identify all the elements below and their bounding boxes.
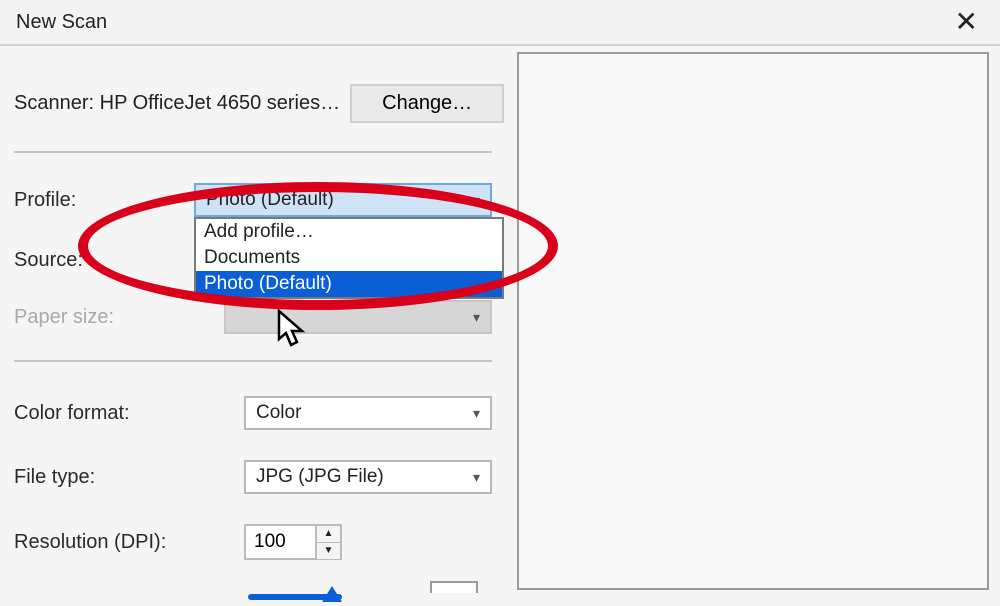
color-format-row: Color format: Color ▾ [14,396,492,430]
dialog-body: Scanner: HP OfficeJet 4650 series… Chang… [0,46,1000,593]
slider-thumb-icon[interactable] [322,586,342,602]
file-type-combobox[interactable]: JPG (JPG File) ▾ [244,460,492,494]
profile-row: Profile: Photo (Default) ▾ Add profile… … [14,183,492,217]
spinner-up-icon[interactable]: ▲ [317,526,340,543]
chevron-down-icon: ▾ [473,309,480,326]
close-icon[interactable]: ✕ [945,4,988,40]
scanner-label: Scanner: HP OfficeJet 4650 series… [14,92,340,115]
color-format-label: Color format: [14,402,194,425]
resolution-input[interactable] [244,524,316,560]
paper-size-row: Paper size: ▾ [14,300,492,334]
resolution-spinner[interactable]: ▲ ▼ [244,524,342,560]
profile-option-photo-default[interactable]: Photo (Default) [196,271,502,297]
profile-label: Profile: [14,189,194,212]
partial-field [430,581,478,593]
profile-option-add[interactable]: Add profile… [196,219,502,245]
window-title: New Scan [16,11,107,34]
chevron-down-icon: ▾ [473,192,480,209]
chevron-down-icon: ▾ [473,469,480,486]
profile-combobox[interactable]: Photo (Default) ▾ [194,183,492,217]
paper-size-label: Paper size: [14,306,194,329]
resolution-row: Resolution (DPI): ▲ ▼ [14,524,492,560]
color-format-combobox[interactable]: Color ▾ [244,396,492,430]
scanner-label-prefix: Scanner: [14,92,94,114]
profile-selected-value: Photo (Default) [206,189,334,211]
titlebar: New Scan ✕ [0,0,1000,46]
scanner-device-name: HP OfficeJet 4650 series… [100,92,341,114]
separator [14,360,492,362]
file-type-value: JPG (JPG File) [256,466,384,488]
chevron-down-icon: ▾ [473,405,480,422]
profile-option-documents[interactable]: Documents [196,245,502,271]
spinner-down-icon[interactable]: ▼ [317,543,340,559]
preview-pane [517,52,989,590]
settings-pane: Scanner: HP OfficeJet 4650 series… Chang… [0,46,506,593]
paper-size-combobox: ▾ [224,300,492,334]
file-type-label: File type: [14,466,194,489]
color-format-value: Color [256,402,301,424]
resolution-label: Resolution (DPI): [14,531,224,554]
scanner-row: Scanner: HP OfficeJet 4650 series… Chang… [14,84,492,123]
spinner-buttons: ▲ ▼ [316,524,342,560]
source-label: Source: [14,249,194,272]
profile-dropdown-list[interactable]: Add profile… Documents Photo (Default) [194,217,504,299]
change-scanner-button[interactable]: Change… [350,84,504,123]
separator [14,151,492,153]
file-type-row: File type: JPG (JPG File) ▾ [14,460,492,494]
